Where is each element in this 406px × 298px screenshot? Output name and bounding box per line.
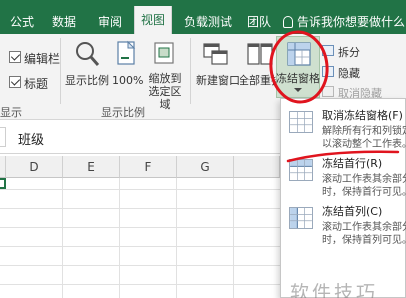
watermark: 软件技巧 xyxy=(290,282,379,298)
highlight-underline xyxy=(286,150,400,163)
annotation-overlay xyxy=(269,30,400,163)
highlight-circle xyxy=(269,30,329,104)
